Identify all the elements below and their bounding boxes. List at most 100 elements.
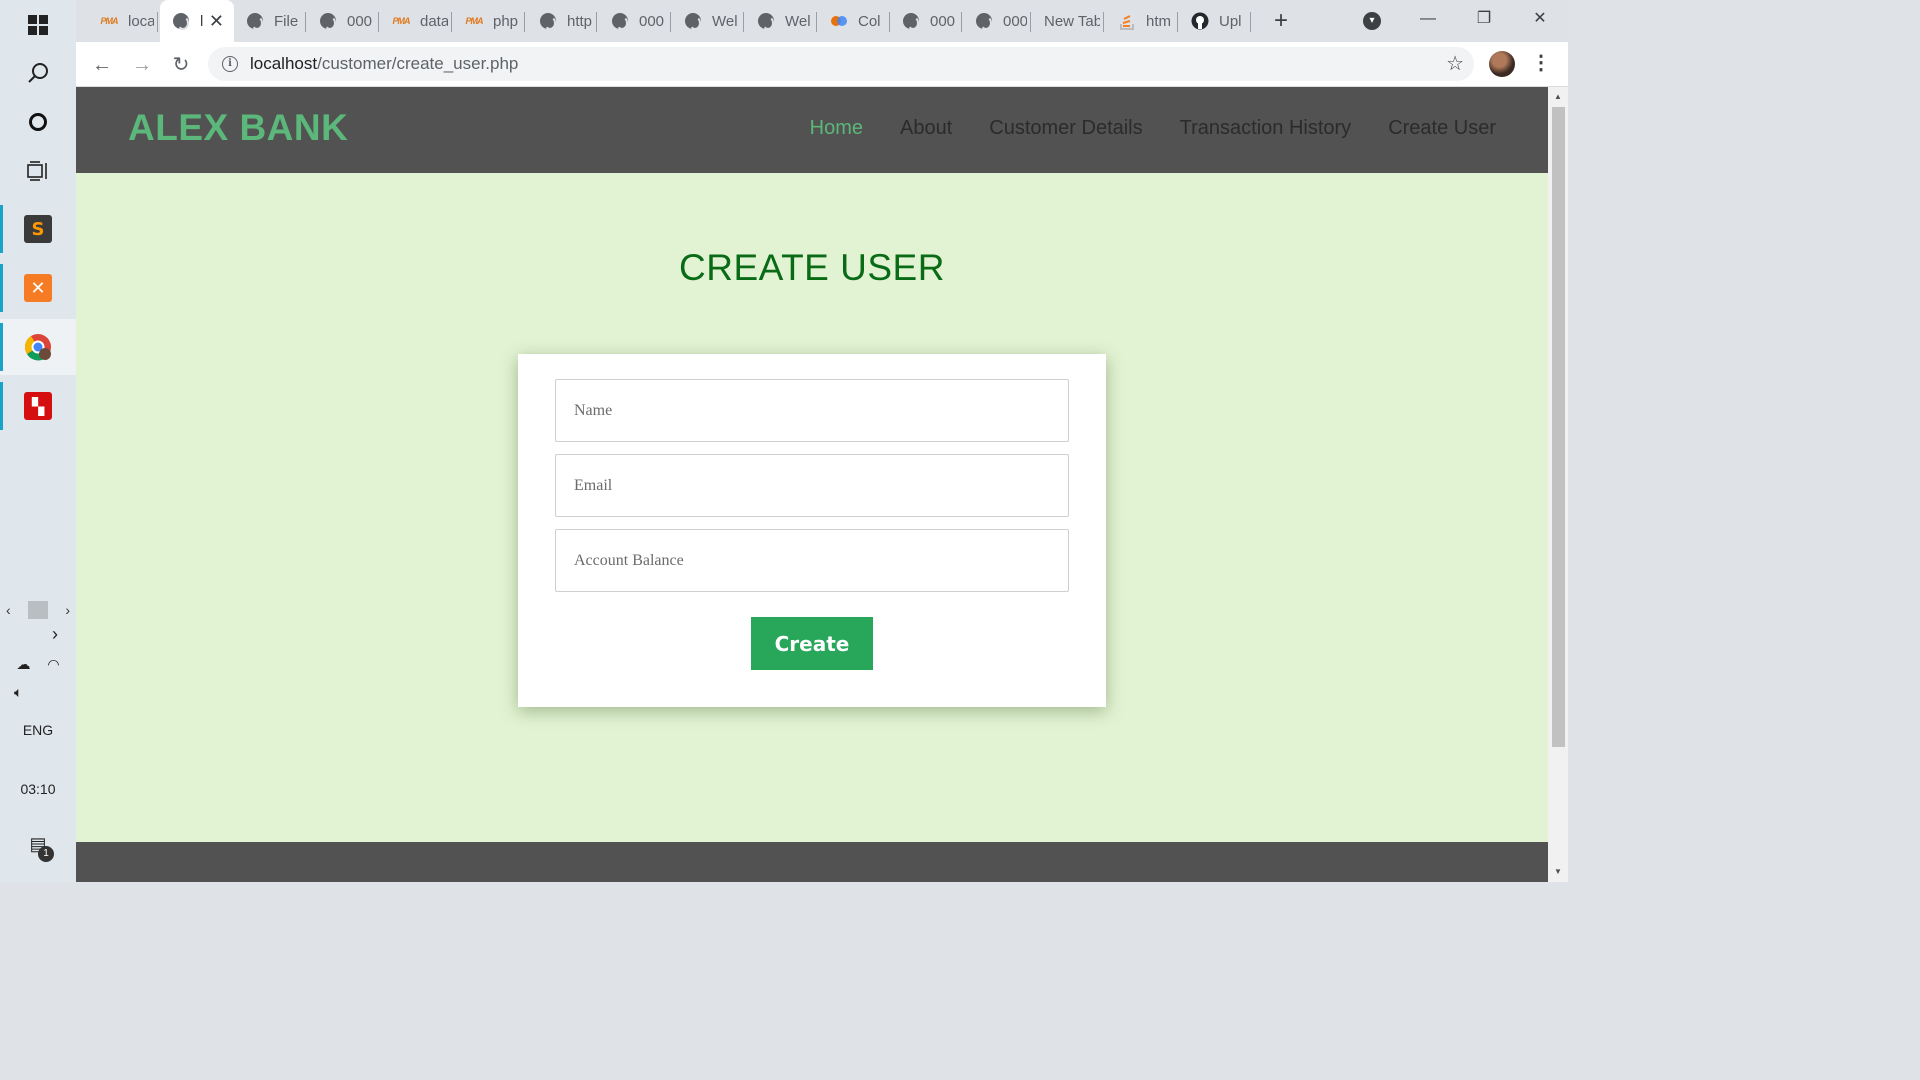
- browser-tab[interactable]: 000: [599, 0, 671, 42]
- wifi-icon[interactable]: ◠: [47, 656, 59, 673]
- new-tab-button[interactable]: +: [1266, 6, 1296, 36]
- browser-tab[interactable]: Wel: [672, 0, 744, 42]
- globe-icon: [975, 12, 993, 30]
- browser-tab[interactable]: PMA loca: [88, 0, 158, 42]
- browser-tab[interactable]: Col: [818, 0, 890, 42]
- tab-separator: [961, 12, 962, 32]
- cortana-button[interactable]: [0, 97, 76, 147]
- close-window-icon[interactable]: ✕: [1512, 0, 1568, 40]
- colab-icon: [830, 12, 848, 30]
- page-title: CREATE USER: [679, 247, 945, 288]
- browser-tab[interactable]: PMA data: [380, 0, 452, 42]
- tab-separator: [816, 12, 817, 32]
- browser-tab[interactable]: htm: [1106, 0, 1178, 42]
- url-host: localhost: [250, 54, 318, 73]
- name-input[interactable]: [555, 379, 1069, 442]
- globe-icon: [319, 12, 337, 30]
- browser-tab[interactable]: 000: [890, 0, 962, 42]
- browser-tab[interactable]: http: [527, 0, 597, 42]
- scroll-down-icon[interactable]: ▼: [1548, 864, 1568, 880]
- tab-title: Col: [858, 12, 881, 30]
- tab-title: php: [493, 12, 519, 30]
- search-button[interactable]: [0, 48, 76, 98]
- chrome-app[interactable]: [0, 319, 76, 375]
- nav-link-transaction-history[interactable]: Transaction History: [1180, 117, 1352, 140]
- phpmyadmin-icon: PMA: [100, 16, 119, 26]
- notification-count: 1: [38, 846, 54, 862]
- address-bar[interactable]: i localhost/customer/create_user.php ☆: [208, 47, 1474, 81]
- sublime-text-app[interactable]: S: [0, 201, 76, 257]
- task-view-button[interactable]: [0, 146, 76, 196]
- nav-link-customer-details[interactable]: Customer Details: [989, 117, 1142, 140]
- reload-icon[interactable]: ↻: [166, 50, 196, 80]
- red-app[interactable]: ▚: [0, 378, 76, 434]
- close-tab-icon[interactable]: ✕: [209, 11, 224, 32]
- tab-title: Wel: [785, 12, 811, 30]
- tab-separator: [1030, 12, 1031, 32]
- stackoverflow-icon: [1118, 12, 1136, 30]
- profile-avatar[interactable]: [1489, 51, 1515, 77]
- email-input[interactable]: [555, 454, 1069, 517]
- browser-tab[interactable]: New Tab: [1032, 0, 1104, 42]
- github-icon: [1191, 12, 1209, 30]
- tab-strip: PMA loca l ✕ File 000 PMA data PMA php http 000 Wel W…: [76, 0, 1568, 42]
- globe-icon: [684, 12, 702, 30]
- scrollbar-thumb[interactable]: [1552, 107, 1565, 747]
- language-indicator[interactable]: ENG: [0, 722, 76, 738]
- chevron-left-icon[interactable]: ‹: [6, 602, 11, 618]
- bookmark-star-icon[interactable]: ☆: [1446, 51, 1464, 76]
- site-navbar: ALEX BANK Home About Customer Details Trans…: [76, 87, 1548, 173]
- show-hidden-icons-icon[interactable]: ›: [0, 624, 76, 645]
- tab-separator: [743, 12, 744, 32]
- browser-tab[interactable]: 000: [963, 0, 1031, 42]
- volume-icon[interactable]: 🔈︎: [0, 684, 76, 701]
- tab-title: 000: [347, 12, 373, 30]
- xampp-icon: ✕: [24, 274, 52, 302]
- browser-tab[interactable]: l ✕: [160, 0, 234, 42]
- url-path: /customer/create_user.php: [317, 54, 519, 73]
- tab-separator: [670, 12, 671, 32]
- create-user-form: Create: [518, 354, 1106, 707]
- menu-kebab-icon[interactable]: ⋮: [1531, 50, 1551, 75]
- globe-icon: [757, 12, 775, 30]
- phpmyadmin-icon: PMA: [465, 16, 484, 26]
- onedrive-icon[interactable]: ☁: [16, 656, 30, 673]
- nav-link-about[interactable]: About: [900, 117, 952, 140]
- start-button[interactable]: [0, 0, 76, 50]
- page-scrollbar[interactable]: ▲ ▼: [1548, 87, 1568, 882]
- taskbar-scroll-thumb[interactable]: [28, 601, 48, 619]
- minimize-icon[interactable]: —: [1400, 0, 1456, 40]
- globe-icon: [902, 12, 920, 30]
- browser-tab[interactable]: PMA php: [453, 0, 525, 42]
- nav-link-home[interactable]: Home: [810, 117, 863, 140]
- clock[interactable]: 03:10: [0, 781, 76, 797]
- nav-link-create-user[interactable]: Create User: [1388, 117, 1496, 140]
- tab-search-icon[interactable]: ▾: [1363, 12, 1381, 30]
- create-button[interactable]: Create: [751, 617, 873, 670]
- restore-icon[interactable]: ❐: [1456, 0, 1512, 40]
- tab-title: 000: [639, 12, 665, 30]
- url-text[interactable]: localhost/customer/create_user.php: [250, 54, 518, 74]
- forward-arrow-icon[interactable]: →: [127, 50, 157, 80]
- windows-taskbar: S ✕ ▚ ‹ › › ☁ ◠ 🔈︎ ENG 03:10 ▤ 1: [0, 0, 76, 882]
- tab-separator: [378, 12, 379, 32]
- browser-tab[interactable]: File: [234, 0, 306, 42]
- back-arrow-icon[interactable]: ←: [87, 50, 117, 80]
- chevron-right-icon[interactable]: ›: [65, 602, 70, 618]
- xampp-app[interactable]: ✕: [0, 260, 76, 316]
- tab-separator: [596, 12, 597, 32]
- globe-icon: [246, 12, 264, 30]
- site-info-icon[interactable]: i: [222, 56, 238, 72]
- browser-tab[interactable]: 000: [307, 0, 379, 42]
- sublime-text-icon: S: [24, 215, 52, 243]
- action-center-button[interactable]: ▤ 1: [0, 834, 76, 862]
- cortana-icon: [29, 113, 47, 131]
- tab-separator: [524, 12, 525, 32]
- browser-tab[interactable]: Wel: [745, 0, 817, 42]
- brand-logo[interactable]: ALEX BANK: [128, 107, 348, 149]
- tab-title: Upl: [1219, 12, 1242, 30]
- windows-logo-icon: [28, 15, 48, 35]
- browser-tab[interactable]: Upl: [1179, 0, 1251, 42]
- scroll-up-icon[interactable]: ▲: [1548, 89, 1568, 105]
- account-balance-input[interactable]: [555, 529, 1069, 592]
